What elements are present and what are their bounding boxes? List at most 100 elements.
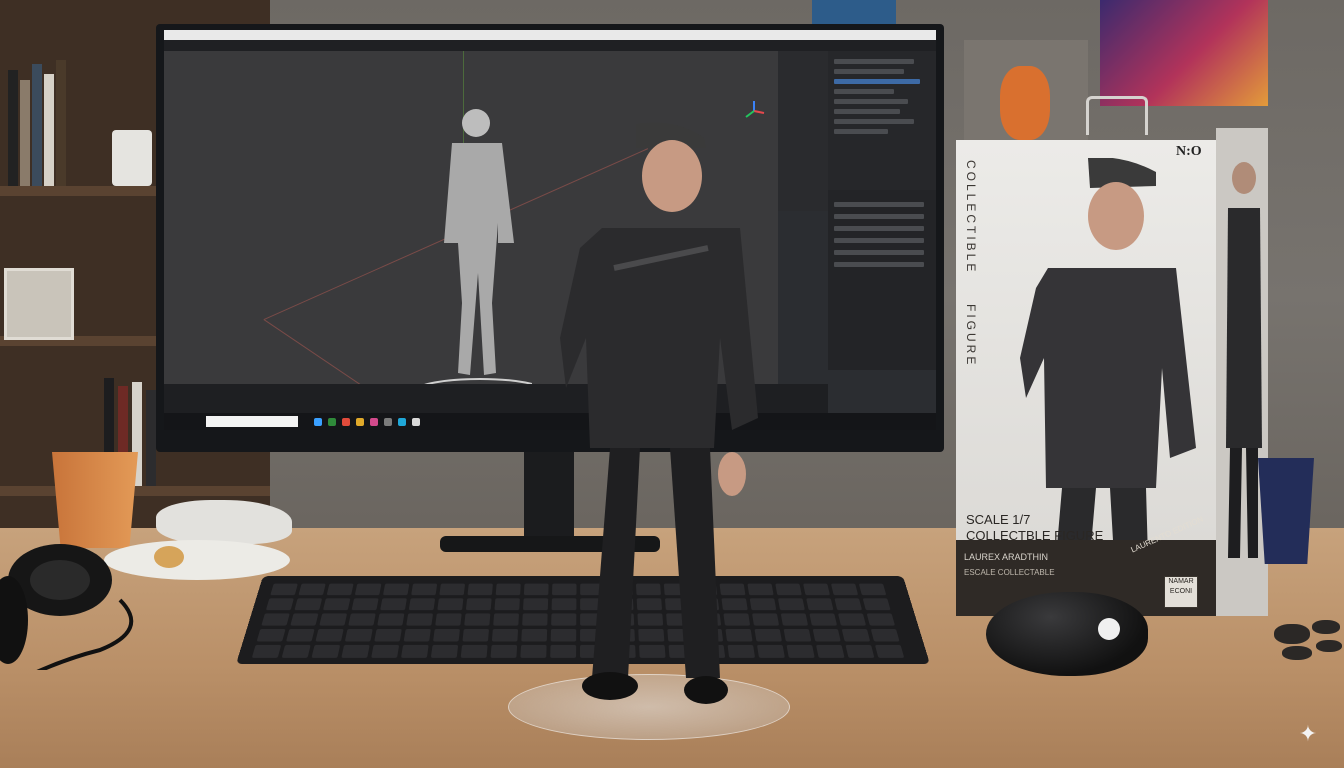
property-row[interactable] [834,226,924,231]
taskbar-app-icon[interactable] [370,418,378,426]
sparkle-icon: ✦ [1298,721,1318,746]
book [8,70,18,186]
outliner-row[interactable] [834,129,888,134]
property-row[interactable] [834,262,924,267]
keyboard-key [812,628,841,642]
book [32,64,42,186]
keyboard-key [806,598,834,611]
book [20,80,30,186]
box-scale-line-1: SCALE 1/7 [966,512,1031,527]
taskbar-app-icon[interactable] [328,418,336,426]
keyboard-key [380,598,407,611]
crumpled-napkin [156,500,292,544]
poster [1100,0,1268,106]
taskbar-app-icon[interactable] [412,418,420,426]
keyboard-key [464,613,491,626]
decorative-stone [1282,646,1312,660]
cracker [154,546,184,568]
outliner-row[interactable] [834,89,894,94]
keyboard-key [803,583,830,596]
keyboard-key [256,628,286,642]
keyboard-key [467,583,493,596]
keyboard-key [439,583,466,596]
keyboard-key [834,598,863,611]
keyboard-key [294,598,323,611]
keyboard-key [866,613,896,626]
box-vertical-text-2: FIGURE [964,304,978,368]
keyboard-key [265,598,294,611]
keyboard-key [311,644,341,658]
outliner-row[interactable] [834,119,914,124]
shelf-board [0,486,270,496]
box-brand-logo: N:O [1176,144,1202,159]
keyboard-key [465,598,492,611]
property-row[interactable] [834,250,924,255]
keyboard-key [460,644,488,658]
taskbar-search-input[interactable] [206,416,298,427]
outliner-row-selected[interactable] [834,79,920,84]
keyboard-key [348,613,376,626]
poster [812,0,896,26]
box-sub-line: ESCALE COLLECTABLE [964,568,1055,577]
taskbar-app-icon[interactable] [356,418,364,426]
keyboard-key [341,644,370,658]
decorative-stone [1274,624,1310,644]
computer-mouse [986,592,1148,676]
outliner-row[interactable] [834,69,904,74]
keyboard-key [411,583,438,596]
keyboard-key [809,613,838,626]
keyboard-key [462,628,490,642]
outliner-row[interactable] [834,59,914,64]
box-logo-line-1: NAMAR [1168,578,1194,585]
keyboard-key [261,613,290,626]
taskbar-app-icon[interactable] [314,418,322,426]
keyboard-key [377,613,405,626]
keyboard-key [815,644,845,658]
property-row[interactable] [834,214,924,219]
keyboard-key [858,583,887,596]
box-name-line: LAUREX ARADTHIN [964,552,1049,562]
box-figure-illustration [1020,158,1196,558]
taskbar-app-icon[interactable] [398,418,406,426]
properties-panel[interactable] [828,190,936,370]
property-row[interactable] [834,202,924,207]
poster-character [964,40,1088,150]
plant-pot [112,130,152,186]
outliner-row[interactable] [834,99,908,104]
keyboard-key [874,644,905,658]
keyboard-key [845,644,875,658]
box-hanger-tab [1086,96,1148,135]
outliner-row[interactable] [834,109,900,114]
keyboard-key [433,628,460,642]
keyboard-key [344,628,373,642]
decorative-stone [1312,620,1340,634]
taskbar-app-icon[interactable] [342,418,350,426]
keyboard-key [841,628,871,642]
keyboard-key [290,613,319,626]
keyboard-key [862,598,891,611]
keyboard-key [437,598,464,611]
keyboard-key [319,613,348,626]
keyboard-key [403,628,431,642]
taskbar-app-icon[interactable] [384,418,392,426]
keyboard-key [286,628,315,642]
box-side-figure [1226,162,1262,558]
paper-cup [52,452,138,548]
keyboard-key [406,613,434,626]
keyboard-key [351,598,379,611]
mouse-logo-icon [1098,618,1120,640]
box-side-panel [1216,128,1268,616]
keyboard-key [786,644,815,658]
keyboard-key [323,598,351,611]
keyboard-key [374,628,402,642]
keyboard-key [251,644,282,658]
keyboard-key [326,583,354,596]
property-row[interactable] [834,238,924,243]
book [146,390,156,486]
box-publisher-logo: NAMAR ECONI [1164,576,1198,608]
poster-figure [1000,66,1050,140]
keyboard-key [408,598,436,611]
keyboard-key [298,583,326,596]
keyboard-key [435,613,462,626]
keyboard-key [315,628,344,642]
